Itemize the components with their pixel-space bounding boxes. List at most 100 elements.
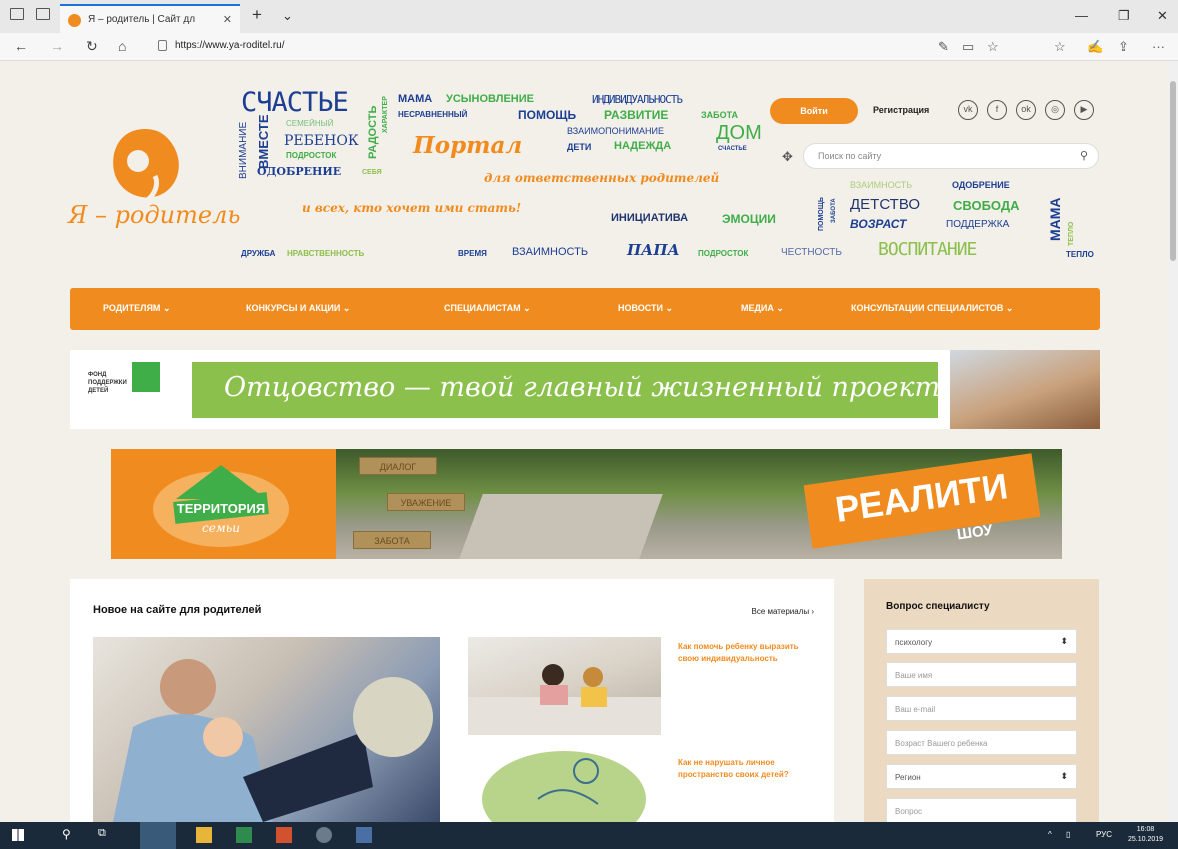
app-icon[interactable] bbox=[356, 827, 372, 843]
page-scrollbar[interactable] bbox=[1168, 61, 1178, 822]
home-icon[interactable]: ⌂ bbox=[118, 38, 126, 54]
word-help: ПОМОЩЬ bbox=[518, 108, 577, 122]
new-tab-button[interactable]: + bbox=[252, 5, 262, 25]
father-reading-photo bbox=[113, 659, 433, 822]
powerpoint-icon[interactable] bbox=[276, 827, 292, 843]
url-field[interactable]: https://www.ya-roditel.ru/ bbox=[175, 40, 284, 51]
menu-item-news[interactable]: НОВОСТИ ⌄ bbox=[618, 303, 673, 314]
favorite-star-icon[interactable]: ☆ bbox=[987, 39, 999, 55]
address-bar: ← → ↻ ⌂ https://www.ya-roditel.ru/ ✎ ▭ ☆… bbox=[0, 33, 1178, 61]
word-family: СЕМЕЙНЫЙ bbox=[286, 119, 334, 128]
word-honesty: ЧЕСТНОСТЬ bbox=[781, 247, 842, 258]
youtube-icon[interactable]: ▶ bbox=[1074, 100, 1094, 120]
main-article-image[interactable] bbox=[93, 637, 440, 822]
news-section: Новое на сайте для родителей Все материа… bbox=[70, 579, 834, 822]
vk-icon[interactable]: vk bbox=[958, 100, 978, 120]
register-link[interactable]: Регистрация bbox=[873, 105, 929, 115]
email-field[interactable]: Ваш e-mail bbox=[886, 696, 1077, 721]
favorites-hub-icon[interactable]: ☆ bbox=[1054, 39, 1066, 55]
word-support: ПОДДЕРЖКА bbox=[946, 219, 1010, 230]
login-button[interactable]: Войти bbox=[770, 98, 858, 124]
article-link-2[interactable]: Как не нарушать личное пространство свои… bbox=[678, 757, 808, 780]
fatherhood-banner[interactable]: ФОНД ПОДДЕРЖКИ ДЕТЕЙ Отцовство — твой гл… bbox=[70, 350, 1100, 429]
reading-mode-icon[interactable]: ▭ bbox=[962, 39, 974, 55]
edge-icon[interactable] bbox=[140, 822, 176, 849]
language-indicator[interactable]: РУС bbox=[1096, 830, 1112, 839]
start-icon[interactable] bbox=[12, 829, 24, 841]
word-happiness: СЧАСТЬЕ bbox=[241, 87, 349, 118]
web-page: Я – родитель СЧАСТЬЕ СЕМЕЙНЫЙ РЕБЕНОК ПО… bbox=[0, 61, 1168, 822]
maximize-button[interactable]: ❐ bbox=[1118, 8, 1130, 24]
share-icon[interactable]: ⇪ bbox=[1118, 39, 1129, 55]
banner-slogan: Отцовство — твой главный жизненный проек… bbox=[192, 362, 951, 418]
forward-icon[interactable]: → bbox=[50, 38, 64, 54]
search-input[interactable]: Поиск по сайту ⚲ bbox=[803, 143, 1099, 169]
question-field[interactable]: Вопрос bbox=[886, 798, 1077, 822]
media-player-icon[interactable] bbox=[316, 827, 332, 843]
word-understanding: ВЗАИМОПОНИМАНИЕ bbox=[567, 126, 665, 136]
facebook-icon[interactable]: f bbox=[987, 100, 1007, 120]
minimize-button[interactable]: — bbox=[1075, 8, 1088, 23]
scrollbar-thumb[interactable] bbox=[1170, 81, 1176, 261]
article-link-1[interactable]: Как помочь ребенку выразить свою индивид… bbox=[678, 641, 808, 664]
menu-item-consultations[interactable]: КОНСУЛЬТАЦИИ СПЕЦИАЛИСТОВ ⌄ bbox=[851, 303, 1013, 314]
region-select[interactable]: Регион ⬍ bbox=[886, 764, 1077, 789]
menu-item-contests[interactable]: КОНКУРСЫ И АКЦИИ ⌄ bbox=[246, 303, 350, 314]
name-field[interactable]: Ваше имя bbox=[886, 662, 1077, 687]
all-materials-link[interactable]: Все материалы › bbox=[752, 607, 814, 616]
word-portal: Портал bbox=[413, 132, 523, 159]
word-teen-2: ПОДРОСТОК bbox=[698, 249, 749, 258]
reader-view-icon[interactable]: ✎ bbox=[938, 39, 949, 55]
excel-icon[interactable] bbox=[236, 827, 252, 843]
word-friendship: ДРУЖБА bbox=[241, 249, 276, 258]
tab-list-chevron-icon[interactable]: ⌄ bbox=[282, 8, 293, 24]
word-care: ЗАБОТА bbox=[701, 110, 739, 120]
tab-preview-icon[interactable] bbox=[10, 8, 24, 20]
park-path-image bbox=[459, 494, 663, 559]
territory-emblem-icon: ТЕРРИТОРИЯ семьи bbox=[153, 465, 289, 547]
system-clock[interactable]: 16:08 25.10.2019 bbox=[1128, 825, 1163, 845]
tray-chevron-icon[interactable]: ^ bbox=[1048, 830, 1052, 839]
word-initiative: ИНИЦИАТИВА bbox=[611, 212, 689, 224]
task-view-icon[interactable]: ⧉ bbox=[98, 827, 114, 843]
close-tab-icon[interactable]: ✕ bbox=[223, 13, 232, 26]
windows-taskbar: ⚲ ⧉ ^ ▯ РУС 16:08 25.10.2019 bbox=[0, 822, 1178, 849]
fund-tree-icon bbox=[132, 362, 160, 392]
close-window-button[interactable]: ✕ bbox=[1157, 8, 1168, 24]
word-development: РАЗВИТИЕ bbox=[604, 108, 669, 122]
word-warmth-vertical: ТЕПЛО bbox=[1068, 221, 1075, 246]
menu-item-specialists[interactable]: СПЕЦИАЛИСТАМ ⌄ bbox=[444, 303, 531, 314]
logo-text[interactable]: Я – родитель bbox=[68, 201, 240, 229]
family-territory-banner[interactable]: ТЕРРИТОРИЯ семьи ДИАЛОГ УВАЖЕНИЕ ЗАБОТА … bbox=[111, 449, 1062, 559]
notes-pen-icon[interactable]: ✍ bbox=[1087, 39, 1103, 55]
article-thumb-2[interactable] bbox=[468, 749, 661, 822]
territory-brand-text: ТЕРРИТОРИЯ bbox=[177, 501, 265, 516]
word-warmth: ТЕПЛО bbox=[1066, 250, 1094, 259]
word-happy-small: СЧАСТЬЕ bbox=[718, 146, 747, 152]
refresh-icon[interactable]: ↻ bbox=[86, 38, 98, 55]
article-thumb-1[interactable] bbox=[468, 637, 661, 735]
word-attention: ВНИМАНИЕ bbox=[238, 121, 249, 179]
word-home: ДОМ bbox=[716, 122, 762, 144]
set-aside-tabs-icon[interactable] bbox=[36, 8, 50, 20]
child-age-field[interactable]: Возраст Вашего ребенка bbox=[886, 730, 1077, 755]
site-logo-icon[interactable] bbox=[100, 121, 190, 211]
word-freedom: СВОБОДА bbox=[953, 198, 1020, 213]
browser-tab[interactable]: Я – родитель | Сайт дл ✕ bbox=[60, 4, 240, 33]
more-menu-icon[interactable]: ··· bbox=[1152, 39, 1165, 54]
word-approval-2: ОДОБРЕНИЕ bbox=[952, 180, 1010, 190]
instagram-icon[interactable]: ◎ bbox=[1045, 100, 1065, 120]
network-icon[interactable]: ▯ bbox=[1066, 830, 1070, 839]
file-explorer-icon[interactable] bbox=[196, 827, 212, 843]
back-icon[interactable]: ← bbox=[14, 38, 28, 54]
search-icon[interactable]: ⚲ bbox=[1080, 149, 1088, 162]
sign-respect: УВАЖЕНИЕ bbox=[387, 493, 465, 511]
word-self: СЕБЯ bbox=[362, 169, 382, 176]
search-taskbar-icon[interactable]: ⚲ bbox=[62, 827, 78, 843]
menu-item-parents[interactable]: РОДИТЕЛЯМ ⌄ bbox=[103, 303, 170, 314]
specialist-select[interactable]: психологу ⬍ bbox=[886, 629, 1077, 654]
menu-item-media[interactable]: МЕДИА ⌄ bbox=[741, 303, 784, 314]
word-individuality: ИНДИВИДУАЛЬНОСТЬ bbox=[592, 93, 683, 106]
odnoklassniki-icon[interactable]: ok bbox=[1016, 100, 1036, 120]
word-teen: ПОДРОСТОК bbox=[286, 151, 337, 160]
